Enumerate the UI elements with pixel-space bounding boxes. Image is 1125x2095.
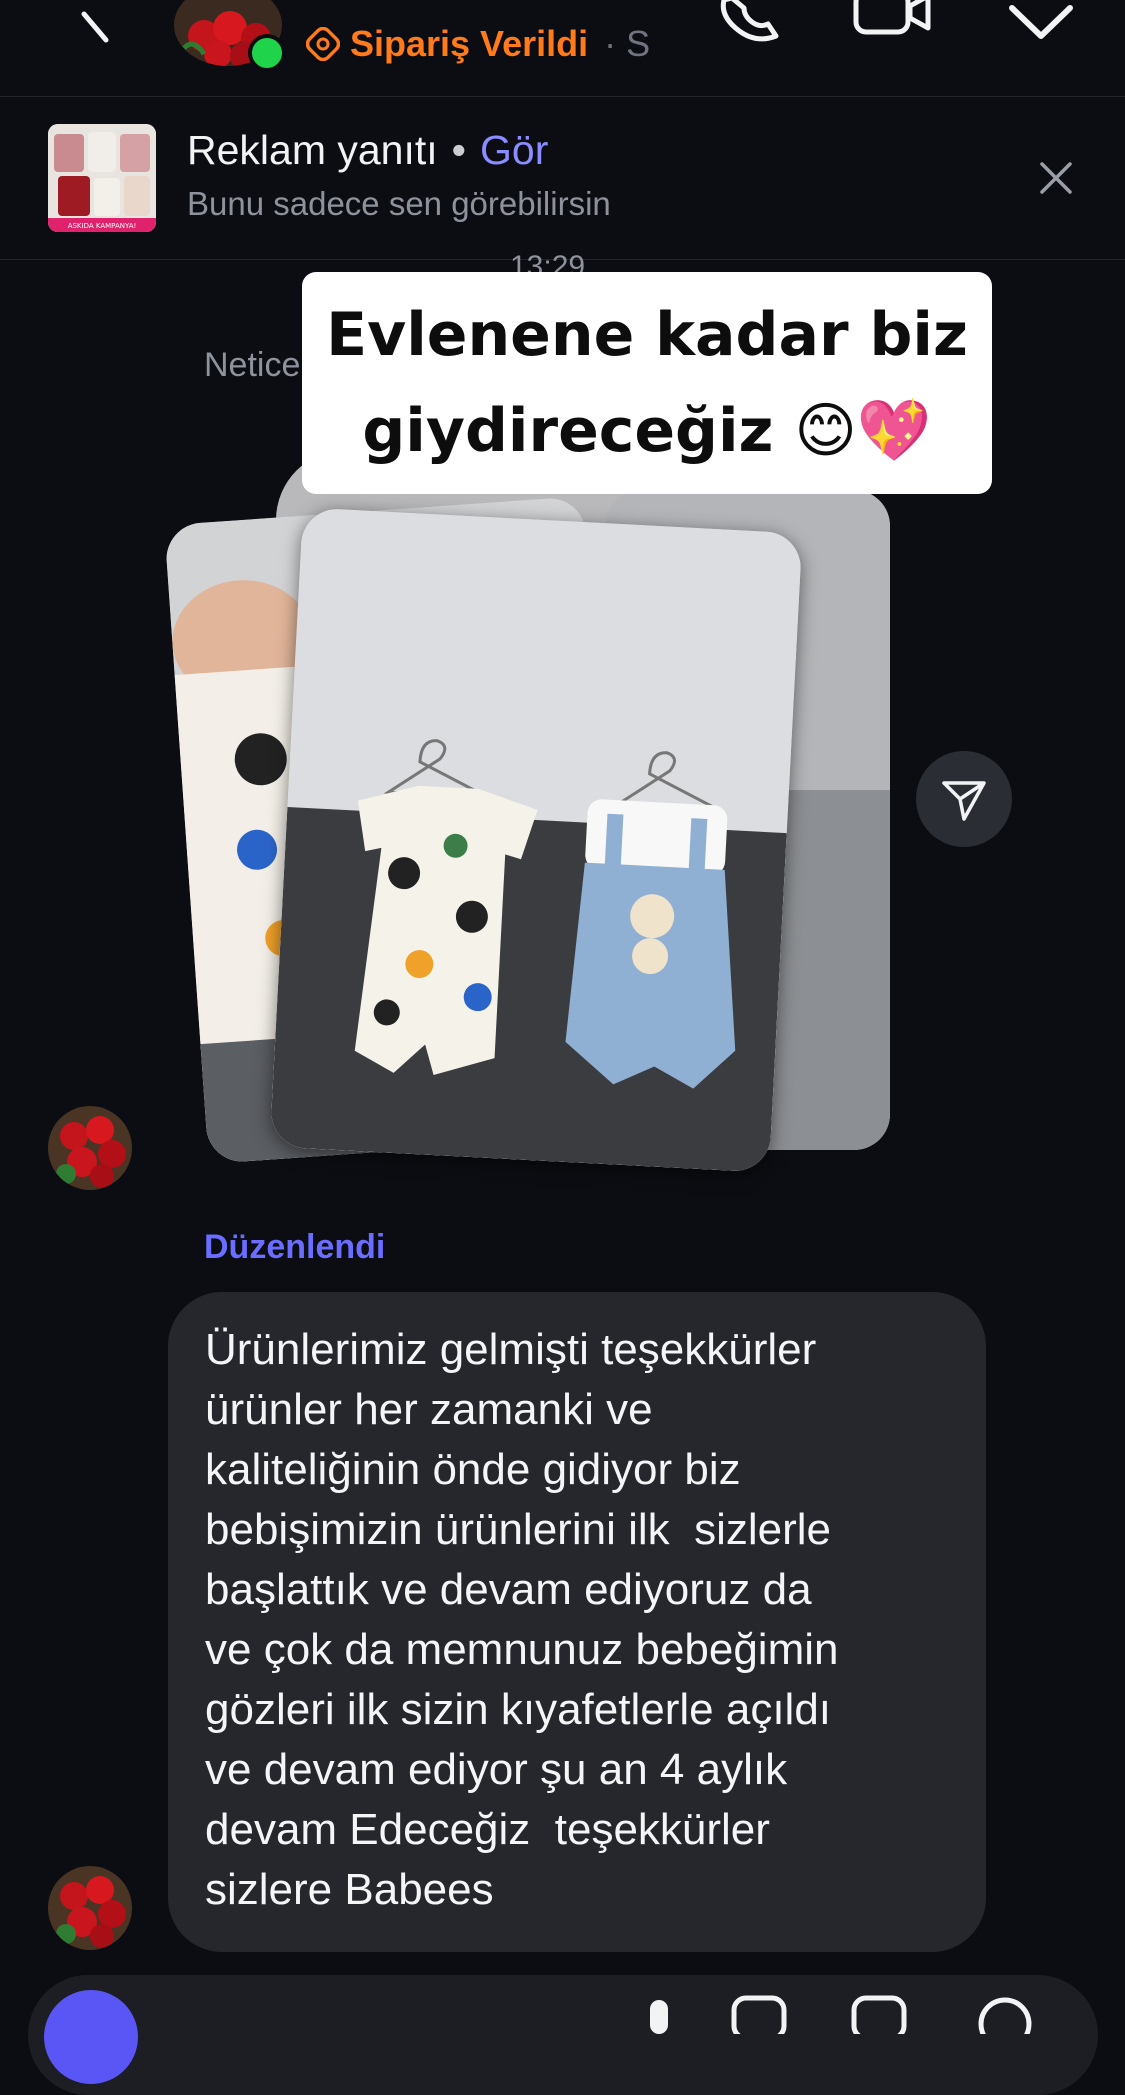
message-composer[interactable]: [28, 1975, 1098, 2095]
story-reply-label: Netice: [204, 346, 301, 384]
call-icon[interactable]: [716, 0, 788, 48]
story-card-front: [269, 507, 803, 1173]
add-icon[interactable]: [976, 1994, 1034, 2034]
order-status-label: Sipariş Verildi: [350, 23, 589, 64]
ad-reply-banner[interactable]: ASKIDA KAMPANYA! Reklam yanıtı • Gör Bunu …: [0, 97, 1125, 260]
ad-visibility-note: Bunu sadece sen görebilirsin: [187, 185, 611, 222]
ad-thumbnail-caption: ASKIDA KAMPANYA!: [68, 222, 137, 230]
microphone-icon[interactable]: [630, 1994, 688, 2034]
edited-label: Düzenlendi: [204, 1228, 386, 1266]
close-icon[interactable]: [1036, 158, 1076, 198]
video-call-icon[interactable]: [852, 0, 932, 46]
ad-thumbnail[interactable]: ASKIDA KAMPANYA!: [48, 124, 156, 232]
order-status[interactable]: Sipariş Verildi · S: [306, 20, 666, 68]
back-icon[interactable]: [76, 0, 116, 48]
order-status-icon: [306, 27, 340, 61]
chevron-down-icon[interactable]: [1006, 0, 1076, 50]
ad-title-row: Reklam yanıtı • Gör: [187, 127, 548, 174]
story-image-stack[interactable]: [164, 450, 896, 1180]
chat-header: Sipariş Verildi · S: [0, 0, 1125, 97]
gallery-icon[interactable]: [730, 1994, 788, 2034]
share-button[interactable]: [916, 751, 1012, 847]
sticker-icon[interactable]: [850, 1994, 908, 2034]
ad-reply-title: Reklam yanıtı: [187, 127, 438, 173]
story-caption-sticker: Evlenene kadar biz giydireceğiz 😊💖: [302, 272, 992, 494]
story-caption-line: Evlenene kadar biz: [326, 300, 968, 370]
story-caption-line: giydireceğiz 😊💖: [362, 396, 932, 466]
send-icon: [942, 781, 986, 821]
order-status-suffix: · S: [604, 23, 651, 64]
message-bubble[interactable]: Ürünlerimiz gelmişti teşekkürler ürünler…: [168, 1292, 986, 1952]
camera-button[interactable]: [44, 1990, 138, 2084]
avatar[interactable]: [48, 1106, 132, 1190]
see-ad-link[interactable]: Gör: [480, 127, 548, 173]
online-status-dot: [248, 34, 286, 72]
separator-dot: •: [451, 127, 467, 173]
avatar[interactable]: [48, 1866, 132, 1950]
message-text: Ürünlerimiz gelmişti teşekkürler ürünler…: [205, 1325, 839, 1914]
